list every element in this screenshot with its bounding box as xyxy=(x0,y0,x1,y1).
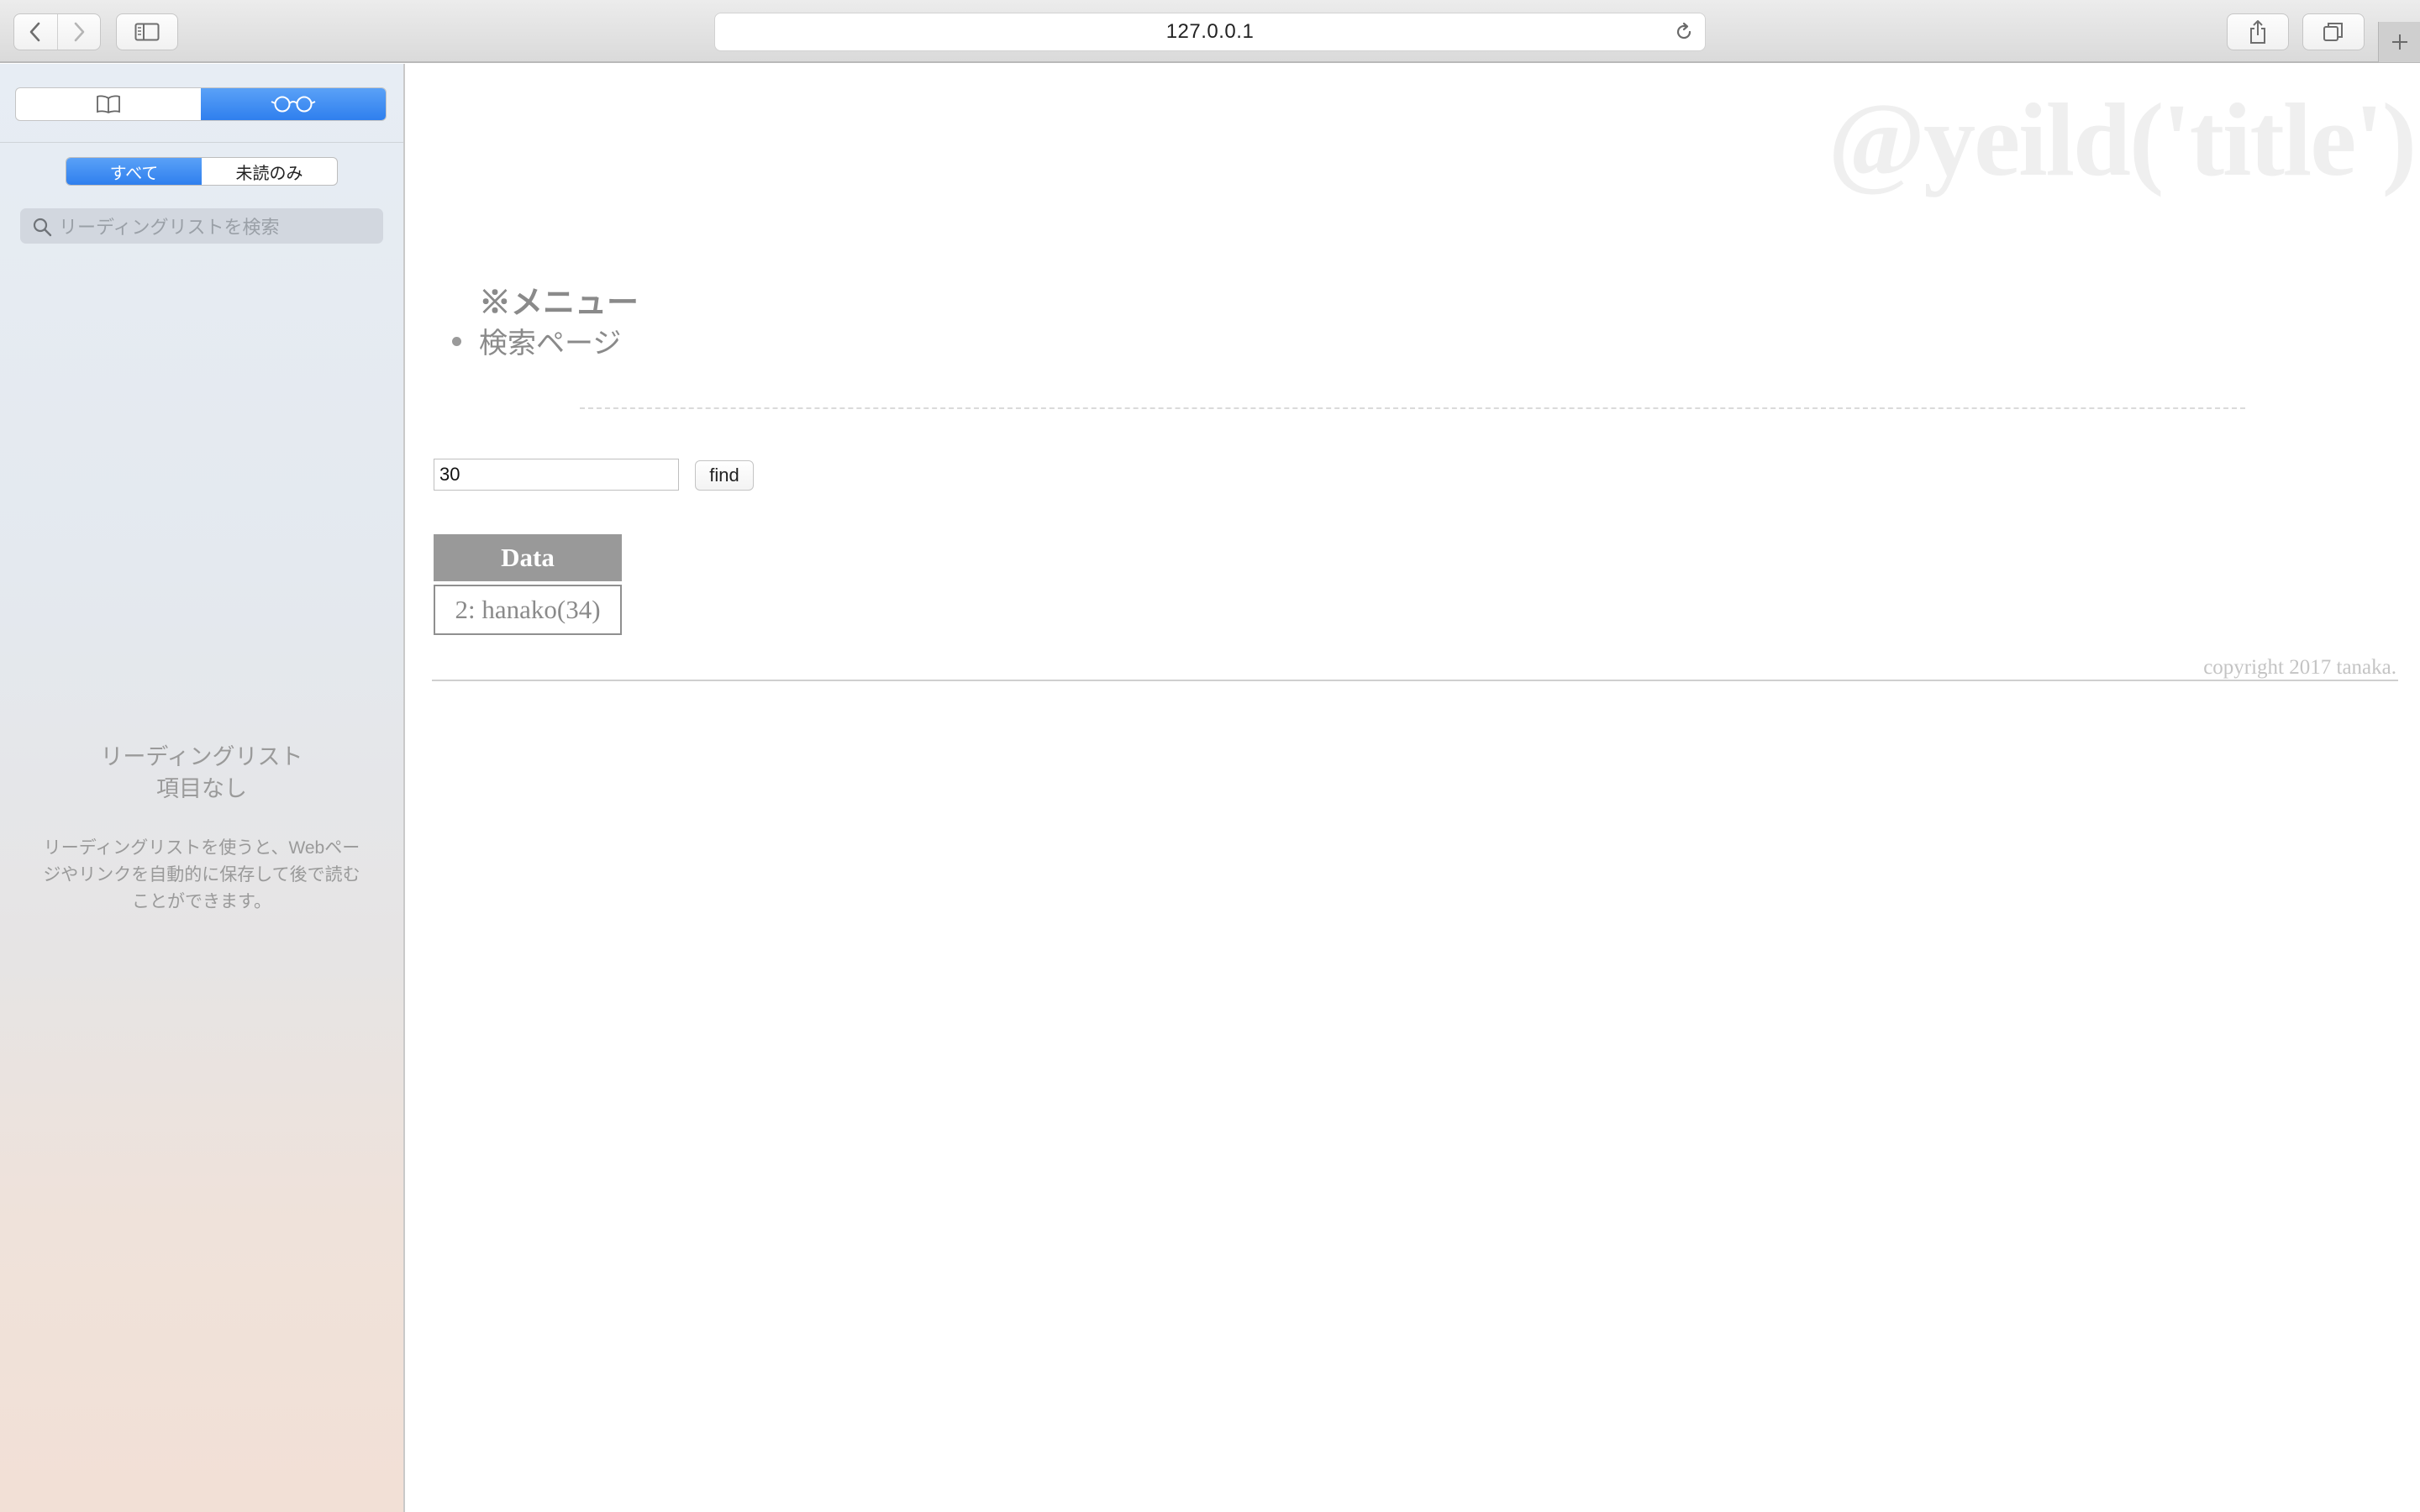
page-title-watermark: @yeild('title') xyxy=(1828,82,2417,197)
menu-list: 検索ページ xyxy=(451,320,621,361)
bookmarks-tab[interactable] xyxy=(16,88,201,120)
filter-all-button[interactable]: すべて xyxy=(66,158,202,185)
empty-title-line1: リーディングリスト xyxy=(100,744,303,769)
book-icon xyxy=(97,95,120,114)
glasses-icon xyxy=(271,96,316,113)
chevron-right-icon xyxy=(74,22,85,42)
reload-icon[interactable] xyxy=(1673,21,1695,47)
share-button[interactable] xyxy=(2227,13,2289,50)
plus-icon xyxy=(2391,34,2407,50)
copyright-text: copyright 2017 tanaka. xyxy=(2203,656,2396,679)
new-tab-button[interactable] xyxy=(2378,22,2420,62)
reading-list-sidebar: すべて 未読のみ リーディングリストを検索 リーディングリスト 項目なし リーデ… xyxy=(0,64,405,1512)
find-button[interactable]: find xyxy=(695,460,754,491)
tab-overview-button[interactable] xyxy=(2302,13,2365,50)
footer-divider xyxy=(432,680,2398,681)
table-row: 2: hanako(34) xyxy=(434,585,622,635)
share-icon xyxy=(2250,20,2265,44)
dashed-divider xyxy=(580,407,2245,409)
reading-filter: すべて 未読のみ xyxy=(66,157,338,186)
page-content: @yeild('title') ※メニュー 検索ページ find Data 2:… xyxy=(407,64,2420,1512)
search-placeholder: リーディングリストを検索 xyxy=(59,217,280,238)
table-header: Data xyxy=(434,534,622,581)
address-url: 127.0.0.1 xyxy=(1165,20,1255,43)
menu-heading: ※メニュー xyxy=(479,286,639,321)
empty-title-line2: 項目なし xyxy=(156,776,247,801)
sidebar-mode-switch xyxy=(15,87,387,121)
empty-state-title: リーディングリスト 項目なし xyxy=(0,741,403,805)
search-input[interactable] xyxy=(434,459,679,491)
filter-unread-button[interactable]: 未読のみ xyxy=(202,158,337,185)
chevron-left-icon xyxy=(30,22,40,42)
tabs-icon xyxy=(2323,23,2343,41)
reading-list-search-input[interactable]: リーディングリストを検索 xyxy=(20,208,383,244)
search-icon xyxy=(32,217,52,242)
nav-buttons xyxy=(13,13,101,50)
data-table: Data 2: hanako(34) xyxy=(434,534,622,635)
reading-list-tab[interactable] xyxy=(201,88,386,120)
forward-button[interactable] xyxy=(56,14,100,50)
back-button[interactable] xyxy=(14,14,57,50)
sidebar-icon xyxy=(134,23,160,41)
sidebar-toggle-button[interactable] xyxy=(116,13,178,50)
menu-link-search-page[interactable]: 検索ページ xyxy=(451,320,621,361)
address-bar[interactable]: 127.0.0.1 xyxy=(714,13,1706,51)
browser-toolbar: 127.0.0.1 xyxy=(0,0,2420,63)
table-cell: 2: hanako(34) xyxy=(434,585,622,635)
sidebar-divider xyxy=(0,142,403,143)
empty-state-description: リーディングリストを使うと、Webページやリンクを自動的に保存して後で読むことが… xyxy=(43,838,360,911)
